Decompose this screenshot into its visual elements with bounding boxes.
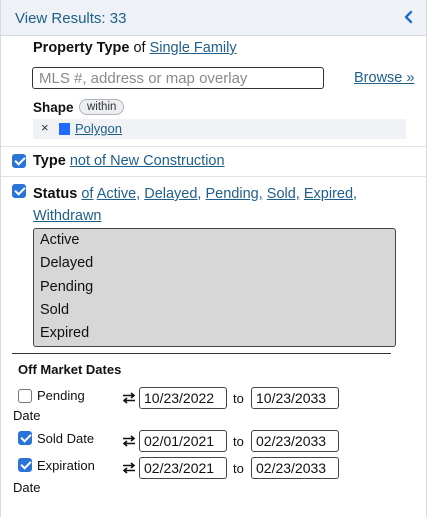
status-value-pending[interactable]: Pending,	[206, 186, 263, 202]
swap-arrows-icon[interactable]	[122, 392, 136, 404]
property-type-link[interactable]: Single Family	[150, 40, 237, 56]
divider	[1, 146, 426, 147]
search-filter-panel: View Results: 33 Property Type of Single…	[0, 0, 427, 517]
browse-link[interactable]: Browse »	[354, 70, 414, 86]
pending-date-to[interactable]	[251, 387, 339, 409]
divider	[12, 353, 391, 354]
type-filter-row: Type not of New Construction	[33, 153, 225, 169]
sold-date-from[interactable]	[139, 430, 227, 452]
swap-arrows-icon[interactable]	[122, 462, 136, 474]
expiration-date-label-2: Date	[13, 480, 41, 495]
polygon-color-swatch	[59, 123, 70, 135]
status-value-expired[interactable]: Expired,	[304, 186, 357, 202]
status-value-withdrawn[interactable]: Withdrawn	[33, 208, 102, 224]
results-header[interactable]: View Results: 33	[1, 0, 426, 36]
status-listbox[interactable]: Active Delayed Pending Sold Expired	[33, 228, 396, 347]
sold-date-to[interactable]	[251, 430, 339, 452]
pending-date-from[interactable]	[139, 387, 227, 409]
status-of-link[interactable]: of	[81, 186, 93, 202]
pending-date-checkbox[interactable]	[18, 389, 32, 403]
expiration-date-checkbox[interactable]	[18, 458, 32, 472]
status-option-expired[interactable]: Expired	[34, 322, 395, 345]
search-input[interactable]	[32, 67, 324, 89]
sold-date-label: Sold Date	[37, 431, 95, 446]
pending-date-to-label: to	[233, 391, 244, 406]
property-type-row: Property Type of Single Family	[33, 40, 237, 56]
shape-label: Shape	[33, 100, 74, 115]
status-checkbox[interactable]	[12, 184, 26, 198]
divider	[1, 176, 426, 177]
status-option-delayed[interactable]: Delayed	[34, 252, 395, 275]
pending-date-label: Pending	[37, 388, 85, 403]
property-type-of: of	[133, 40, 146, 56]
status-value-active[interactable]: Active,	[97, 186, 141, 202]
view-results-title[interactable]: View Results: 33	[15, 10, 126, 27]
property-type-label: Property Type	[33, 40, 130, 56]
sold-date-to-label: to	[233, 434, 244, 449]
status-option-active[interactable]: Active	[34, 229, 395, 252]
status-value-delayed[interactable]: Delayed,	[144, 186, 201, 202]
shape-item-polygon: × Polygon	[33, 119, 406, 139]
expiration-date-from[interactable]	[139, 457, 227, 479]
sold-date-checkbox[interactable]	[18, 431, 32, 445]
status-label: Status	[33, 186, 78, 202]
expiration-date-to-label: to	[233, 461, 244, 476]
type-label: Type	[33, 153, 66, 169]
status-option-pending[interactable]: Pending	[34, 276, 395, 299]
chevron-left-icon[interactable]	[402, 10, 416, 24]
expiration-date-label: Expiration	[37, 458, 95, 473]
pending-date-label-2: Date	[13, 408, 41, 423]
expiration-date-to[interactable]	[251, 457, 339, 479]
off-market-dates-title: Off Market Dates	[18, 362, 122, 377]
polygon-link[interactable]: Polygon	[75, 121, 122, 136]
remove-icon[interactable]: ×	[41, 120, 49, 135]
status-value-sold[interactable]: Sold,	[267, 186, 300, 202]
type-link[interactable]: not of New Construction	[70, 153, 225, 169]
type-checkbox[interactable]	[12, 154, 26, 168]
status-option-sold[interactable]: Sold	[34, 299, 395, 322]
swap-arrows-icon[interactable]	[122, 435, 136, 447]
within-badge[interactable]: within	[79, 99, 125, 115]
status-filter-row: Status of Active, Delayed, Pending, Sold…	[33, 183, 413, 227]
